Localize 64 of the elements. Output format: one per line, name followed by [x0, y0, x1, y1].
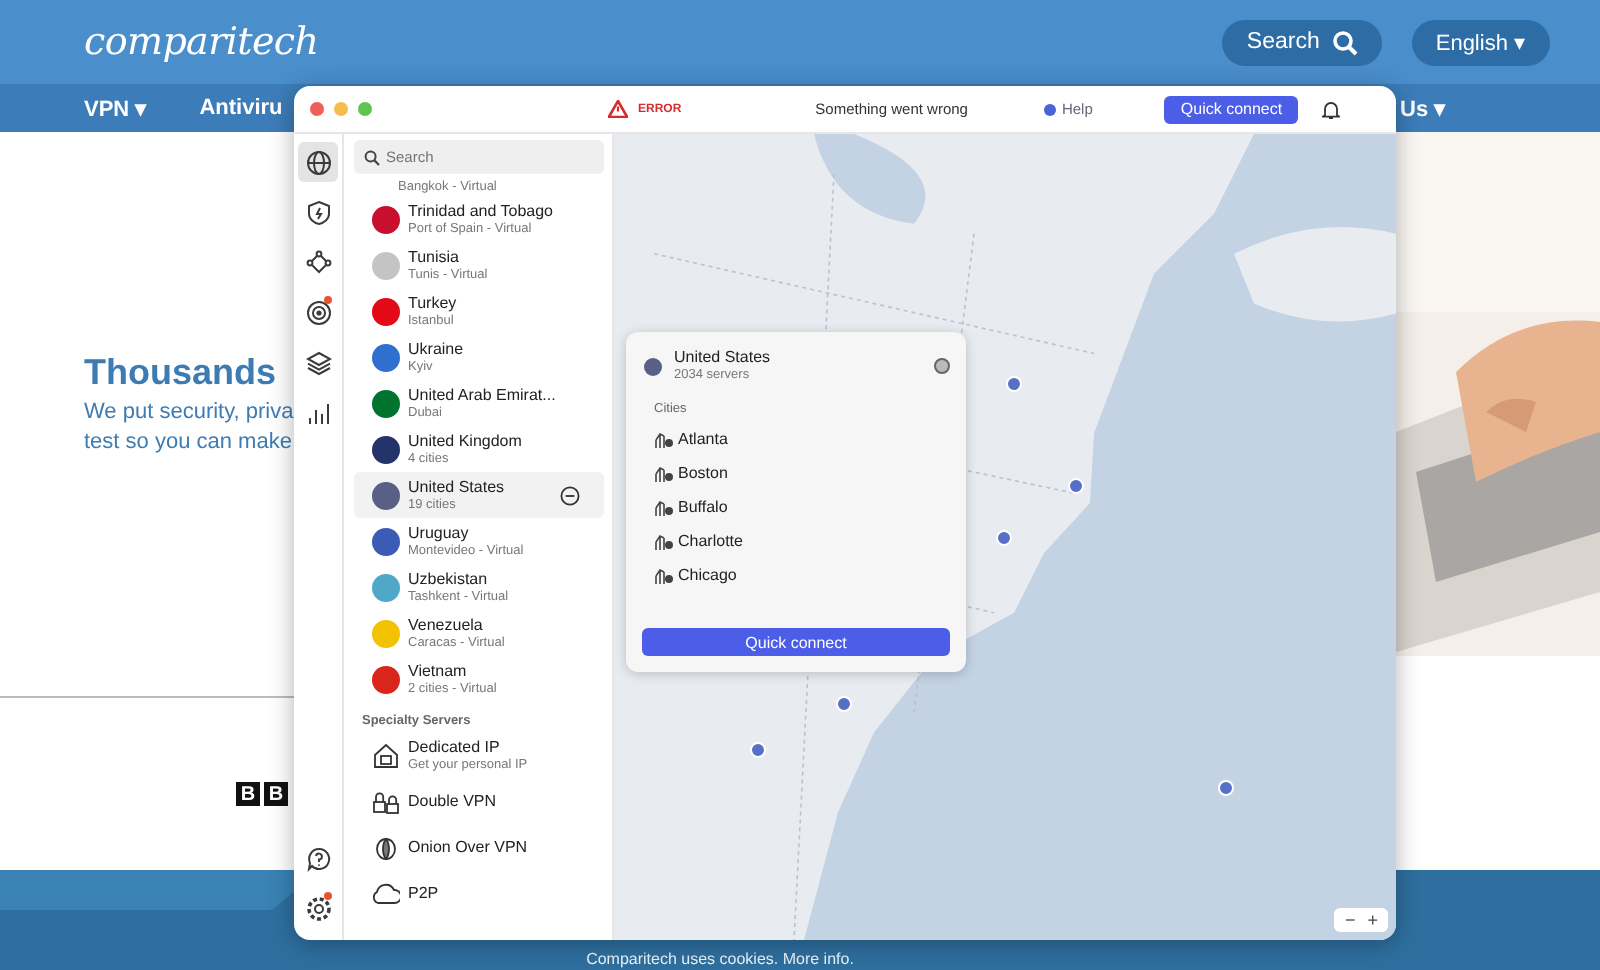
hero-heading: Thousands [84, 352, 277, 394]
country-name: United States [408, 477, 505, 495]
specialty-item[interactable]: Double VPN [354, 778, 604, 824]
zoom-out-button[interactable]: − [1338, 910, 1362, 930]
zoom-in-button[interactable]: + [1361, 910, 1384, 930]
radio-button[interactable] [934, 358, 950, 374]
nodes-icon [305, 249, 331, 275]
specialty-item[interactable]: Onion Over VPN [354, 824, 604, 870]
city-item[interactable]: Charlotte [642, 524, 950, 558]
quick-connect-button[interactable]: Quick connect [1164, 95, 1299, 123]
country-name: Ukraine [408, 339, 464, 357]
nav-link[interactable]: Us ▾ [1400, 95, 1447, 121]
bar-chart-icon [305, 399, 331, 425]
signal-icon [654, 464, 674, 482]
layers-icon [305, 349, 331, 375]
city-item[interactable]: Buffalo [642, 490, 950, 524]
shield-icon [305, 199, 331, 225]
specialty-name: Double VPN [408, 792, 497, 810]
city-item[interactable]: Boston [642, 456, 950, 490]
search-icon [1331, 29, 1358, 55]
country-name: Venezuela [408, 615, 485, 633]
cloud-icon [372, 879, 400, 907]
specialty-name: Onion Over VPN [408, 838, 528, 856]
country-name: Uzbekistan [408, 569, 490, 587]
signal-icon [654, 430, 674, 448]
close-button[interactable] [310, 102, 324, 116]
city-item[interactable]: Atlanta [642, 422, 950, 456]
globe-icon [305, 149, 331, 175]
help-icon [305, 845, 331, 871]
specialty-name: Dedicated IP [408, 737, 502, 755]
hero-text: We put security, priva [84, 402, 294, 424]
warning-icon [608, 100, 628, 118]
hero-text: test so you can make [84, 432, 292, 454]
house-icon [372, 741, 400, 769]
settings-icon [305, 895, 331, 921]
country-name: United Arab Emirat... [408, 385, 556, 403]
quick-connect-button[interactable]: Quick connect [642, 628, 950, 656]
specialty-name: P2P [408, 884, 439, 902]
collapse-icon[interactable] [560, 485, 580, 505]
language-button[interactable]: English ▾ [1411, 19, 1550, 65]
press-logo: B [264, 782, 288, 806]
nav-link[interactable]: VPN ▾ [84, 95, 148, 121]
target-icon [305, 299, 331, 325]
signal-icon [654, 498, 674, 516]
signal-icon [654, 566, 674, 584]
city-item[interactable]: Chicago [642, 558, 950, 592]
country-name: Trinidad and Tobago [408, 201, 553, 219]
search-icon [364, 150, 380, 166]
country-name: United States [674, 348, 771, 366]
country-name: Turkey [408, 293, 457, 311]
country-name: Vietnam [408, 661, 469, 679]
onion-icon [372, 833, 400, 861]
country-name: United Kingdom [408, 431, 522, 449]
country-name: Uruguay [408, 523, 469, 541]
bell-icon[interactable] [1322, 99, 1341, 119]
signal-icon [654, 532, 674, 550]
specialty-item[interactable]: P2P [354, 870, 604, 916]
search-button[interactable]: Search [1222, 19, 1382, 65]
rail-button[interactable] [298, 142, 338, 182]
nav-link[interactable]: Antiviru [199, 96, 283, 120]
padlocks-icon [372, 787, 400, 815]
cookie-notice: Comparitech uses cookies. More info. [586, 950, 854, 968]
country-name: Tunisia [408, 247, 461, 265]
press-logo: B [236, 782, 260, 806]
